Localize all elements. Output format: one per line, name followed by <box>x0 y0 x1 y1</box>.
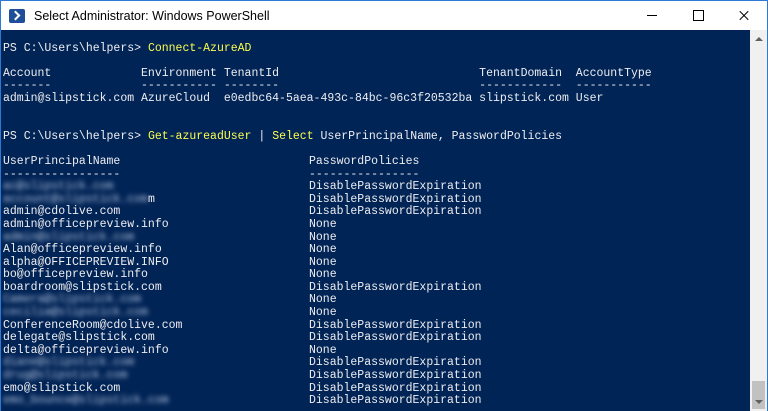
user-principal-name: alpha@OFFICEPREVIEW.INFO <box>3 255 169 269</box>
minimize-icon[interactable] <box>629 1 675 30</box>
password-policy: DisablePasswordExpiration <box>309 180 482 194</box>
upn-column-separator: ----------------- <box>3 167 121 181</box>
prompt-line: PS C:\Users\helpers> Connect-AzureAD <box>1 41 751 56</box>
upn-column-header: UserPrincipalName <box>3 154 121 168</box>
scroll-down-icon[interactable] <box>750 394 767 411</box>
user-principal-name: admin@slipstick.com <box>3 230 135 244</box>
password-policy: None <box>309 217 337 231</box>
window-controls <box>629 1 767 30</box>
command-text: Get-azureadUser <box>147 129 252 143</box>
title-bar[interactable]: Select Administrator: Windows PowerShell <box>1 1 767 30</box>
window-title: Select Administrator: Windows PowerShell <box>34 8 270 23</box>
password-policy: DisablePasswordExpiration <box>309 394 482 408</box>
close-icon[interactable] <box>721 1 767 30</box>
command-text: Select <box>272 129 314 143</box>
console-output[interactable]: PS C:\Users\helpers> Connect-AzureAD Acc… <box>1 30 751 411</box>
user-principal-name: delta@officepreview.info <box>3 343 169 357</box>
table-row: admin@officepreview.info None <box>1 217 751 232</box>
user-principal-name: bo@officepreview.info <box>3 268 148 282</box>
user-principal-name: diane@slipstick.com <box>3 356 135 370</box>
user-principal-name: ac@slipstick.com <box>3 180 114 194</box>
account-table-row: admin@slipstick.com AzureCloud e0edbc64-… <box>3 91 604 105</box>
prompt: PS C:\Users\helpers> <box>3 129 148 143</box>
user-principal-name: account@slipstick.com <box>3 192 148 206</box>
user-principal-name: emo_bounce@slipstick.com <box>3 394 169 408</box>
user-principal-name: Camera@slipstick.com <box>3 293 142 307</box>
powershell-icon[interactable] <box>9 8 25 23</box>
prompt: PS C:\Users\helpers> <box>3 41 148 55</box>
user-principal-name: drug@slipstick.com <box>3 369 128 383</box>
user-principal-name: ConferenceRoom@cdolive.com <box>3 318 183 332</box>
user-principal-name: emo@slipstick.com <box>3 381 121 395</box>
scroll-up-icon[interactable] <box>750 30 767 47</box>
password-policy: None <box>309 243 337 257</box>
table-row: ac@slipstick.com DisablePasswordExpiratio… <box>1 180 751 194</box>
user-principal-name: admin@officepreview.info <box>3 217 169 231</box>
prompt-line: PS C:\Users\helpers> Get-azureadUser | S… <box>1 129 751 144</box>
password-policy: DisablePasswordExpiration <box>309 331 482 345</box>
password-policy: None <box>309 268 337 282</box>
user-principal-name: delegate@slipstick.com <box>3 331 155 345</box>
vertical-scrollbar[interactable] <box>750 30 767 411</box>
user-principal-name: Alan@officepreview.info <box>3 243 162 257</box>
scroll-track[interactable] <box>750 47 767 409</box>
password-policy: None <box>309 306 337 320</box>
maximize-icon[interactable] <box>675 1 721 30</box>
user-principal-name: cecilia@slipstick.com <box>3 306 148 320</box>
password-policy: DisablePasswordExpiration <box>309 369 482 383</box>
policies-column-header: PasswordPolicies <box>309 154 420 168</box>
table-row: emo_bounce@slipstick.com DisablePasswordE… <box>1 394 751 408</box>
user-table-rows: ac@slipstick.com DisablePasswordExpiratio… <box>1 180 751 408</box>
pipe-operator: | <box>251 129 273 143</box>
user-principal-name: admin@cdolive.com <box>3 205 121 219</box>
command-text: Connect-AzureAD <box>147 41 252 55</box>
powershell-window: Select Administrator: Windows PowerShell… <box>0 0 768 411</box>
user-principal-name: boardroom@slipstick.com <box>3 280 162 294</box>
command-arguments: UserPrincipalName, PasswordPolicies <box>313 129 563 143</box>
upn-visible-tail: m <box>147 192 155 206</box>
